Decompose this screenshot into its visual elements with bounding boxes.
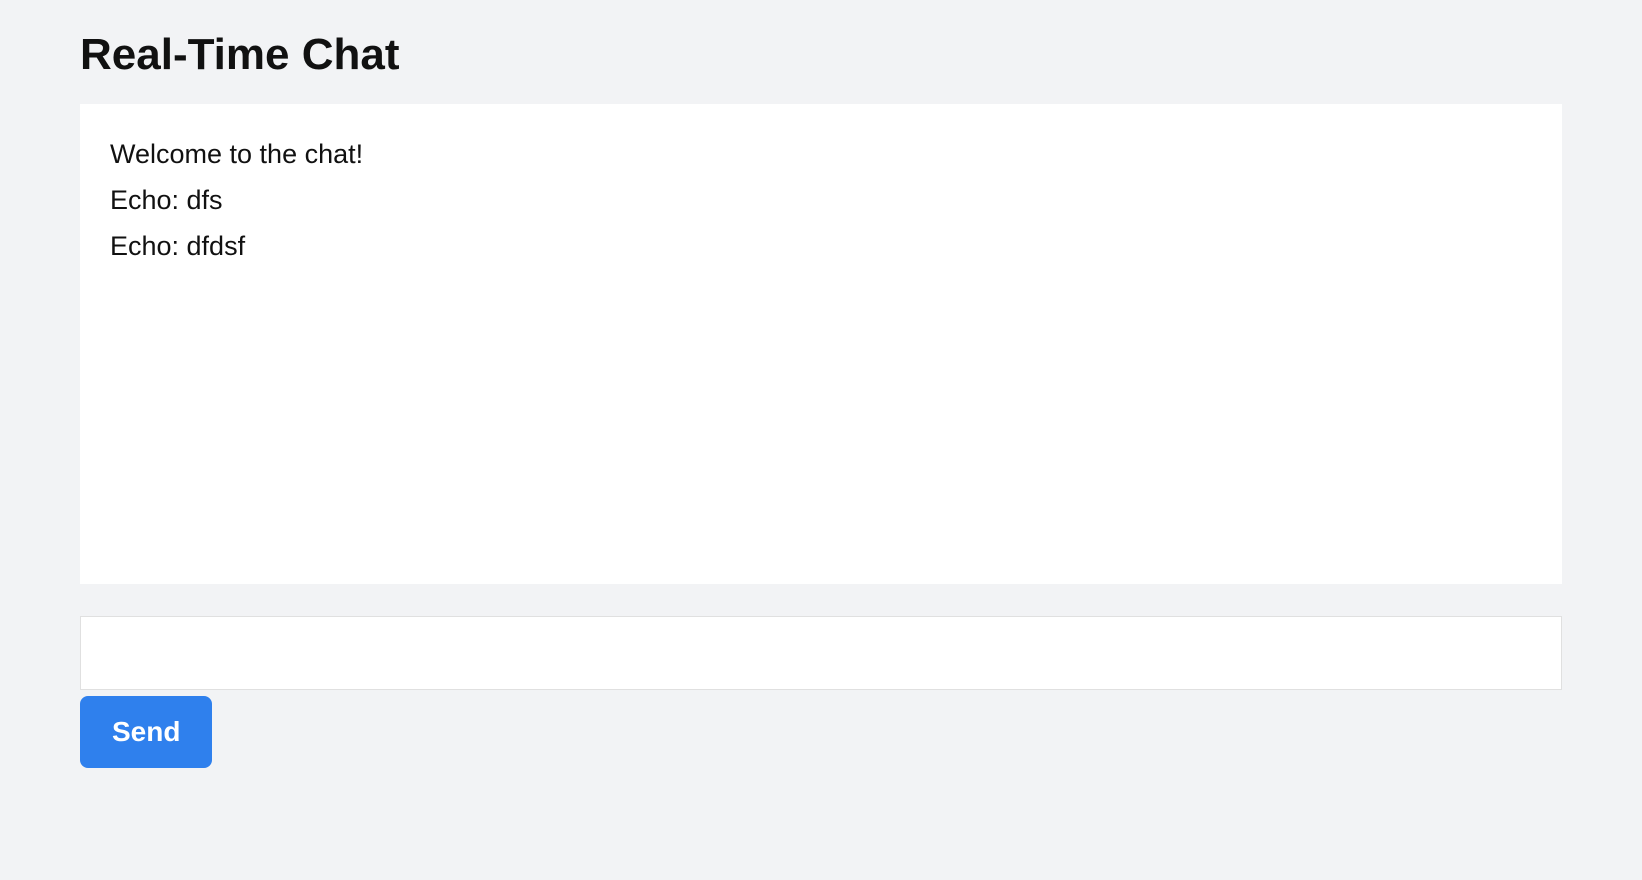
message-input[interactable] (80, 616, 1562, 690)
chat-message: Echo: dfs (110, 178, 1532, 224)
page-title: Real-Time Chat (80, 30, 1562, 80)
chat-message: Welcome to the chat! (110, 132, 1532, 178)
chat-window: Welcome to the chat! Echo: dfs Echo: dfd… (80, 104, 1562, 584)
chat-message: Echo: dfdsf (110, 224, 1532, 270)
send-button[interactable]: Send (80, 696, 212, 768)
